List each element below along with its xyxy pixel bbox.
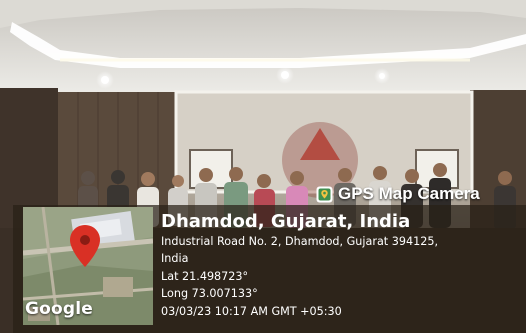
geotagged-photo: GPS Map Camera Google Dhamdod, Gujarat, …: [0, 0, 526, 333]
gps-map-camera-app-icon: [316, 186, 333, 202]
address-line-1: Industrial Road No. 2, Dhamdod, Gujarat …: [161, 235, 439, 248]
location-details: Dhamdod, Gujarat, India Industrial Road …: [161, 211, 438, 320]
longitude: Long 73.007133°: [161, 287, 258, 301]
watermark-label: GPS Map Camera: [338, 184, 480, 203]
google-attribution: Google: [25, 299, 94, 319]
timestamp: 03/03/23 10:17 AM GMT +05:30: [161, 304, 342, 318]
place-name: Dhamdod, Gujarat, India: [161, 211, 411, 232]
gps-map-camera-watermark: GPS Map Camera: [316, 183, 480, 205]
address-line-2: India: [161, 252, 189, 266]
latitude: Lat 21.498723°: [161, 269, 249, 283]
